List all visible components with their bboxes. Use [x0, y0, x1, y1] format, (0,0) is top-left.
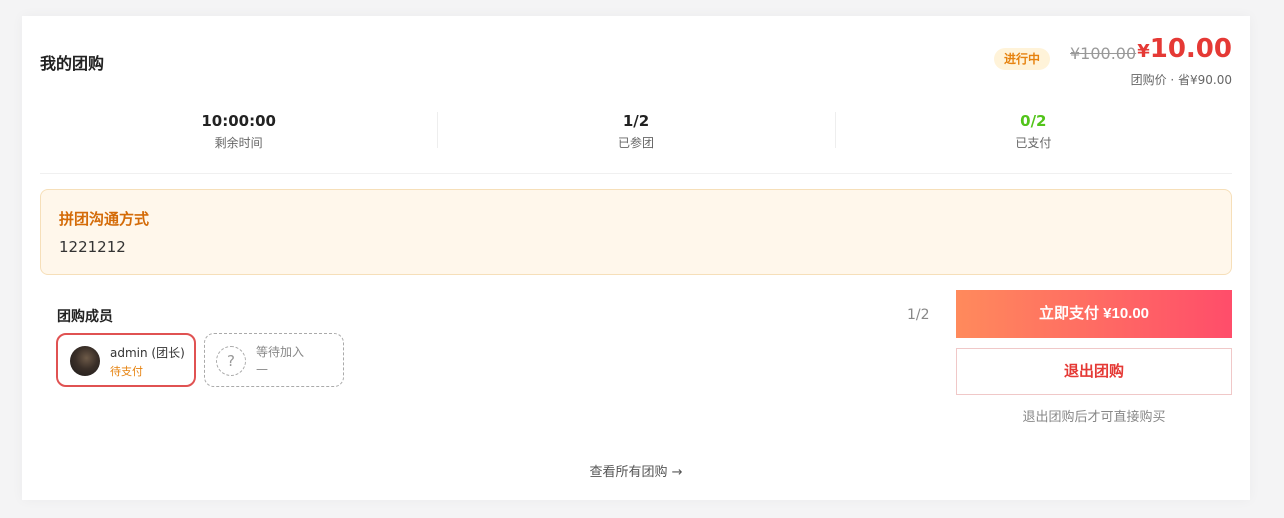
- price-currency: ¥: [1137, 41, 1150, 62]
- contact-title: 拼团沟通方式: [59, 210, 150, 228]
- pay-now-button[interactable]: 立即支付 ¥10.00: [956, 290, 1232, 338]
- member-status: —: [256, 362, 268, 376]
- original-price: ¥100.00: [1070, 44, 1137, 63]
- stat-label: 已支付: [1015, 136, 1052, 150]
- stat-paid: 0/2 已支付: [834, 112, 1232, 152]
- stat-value: 0/2: [1020, 112, 1047, 130]
- divider: [40, 173, 1232, 174]
- stat-remaining-time: 10:00:00 剩余时间: [40, 112, 437, 152]
- stats-row: 10:00:00 剩余时间 1/2 已参团 0/2 已支付: [40, 112, 1232, 152]
- stat-value: 1/2: [622, 112, 650, 130]
- contact-box: 拼团沟通方式 1221212: [40, 189, 1232, 275]
- group-buy-card: 我的团购 进行中 ¥100.00 ¥10.00 团购价 · 省¥90.00 10…: [22, 16, 1250, 500]
- exit-hint: 退出团购后才可直接购买: [1022, 410, 1166, 425]
- stat-joined: 1/2 已参团: [437, 112, 834, 152]
- status-badge: 进行中: [994, 48, 1051, 70]
- stat-label: 已参团: [617, 136, 654, 150]
- avatar: [70, 346, 100, 376]
- member-status: 待支付: [110, 365, 143, 378]
- member-card-waiting: ? 等待加入 —: [204, 333, 344, 387]
- member-name: admin (团长): [110, 346, 185, 360]
- price-value: 10.00: [1149, 34, 1232, 64]
- member-card-leader: admin (团长) 待支付: [56, 333, 196, 387]
- members-title: 团购成员: [57, 309, 113, 325]
- price-note: 团购价 · 省¥90.00: [1130, 73, 1232, 87]
- question-icon: ?: [216, 346, 246, 376]
- members-count: 1/2: [907, 307, 930, 323]
- stat-value: 10:00:00: [201, 112, 276, 130]
- exit-group-button[interactable]: 退出团购: [956, 348, 1232, 395]
- contact-value: 1221212: [59, 238, 126, 256]
- member-name: 等待加入: [256, 345, 305, 359]
- page-title: 我的团购: [40, 54, 105, 73]
- group-price: ¥10.00: [1137, 34, 1232, 64]
- stat-label: 剩余时间: [214, 136, 263, 150]
- view-all-groups-link[interactable]: 查看所有团购 →: [22, 461, 1250, 480]
